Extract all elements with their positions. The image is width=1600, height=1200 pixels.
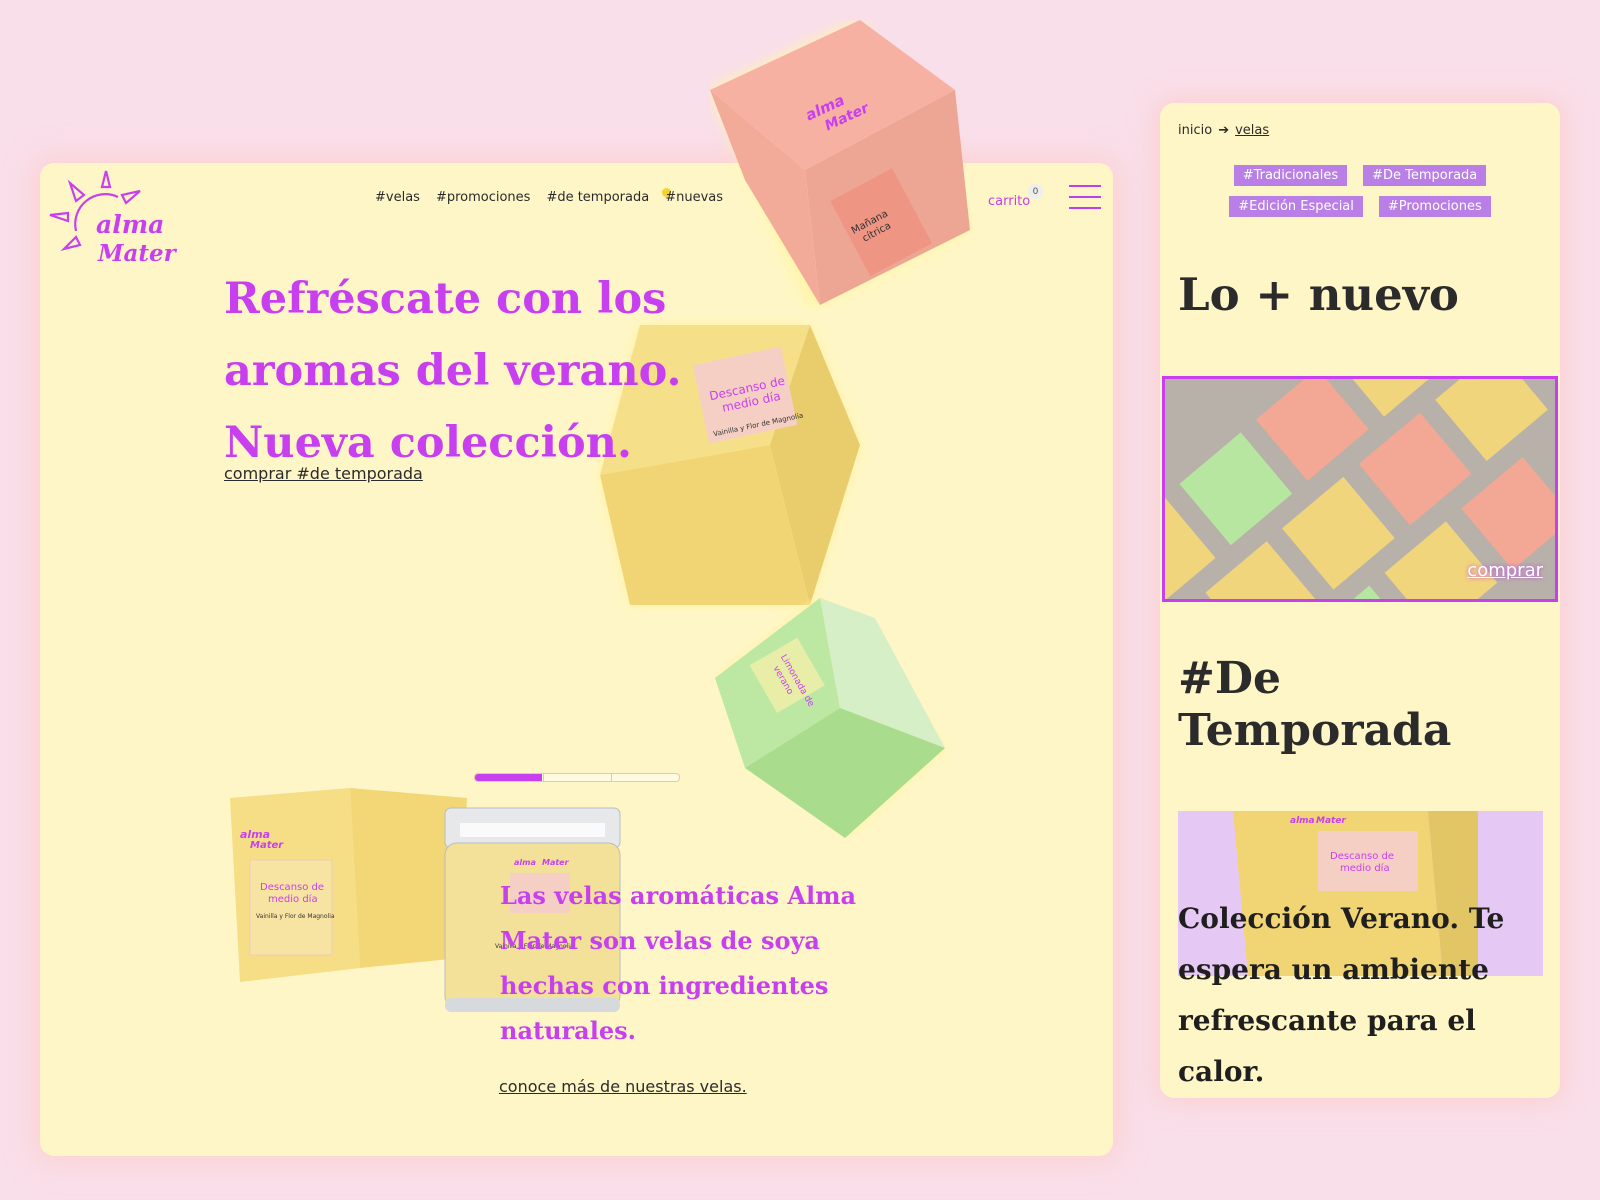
carousel-progress[interactable] xyxy=(474,773,680,782)
tag-tradicionales[interactable]: #Tradicionales xyxy=(1233,165,1348,186)
nav-item-de-temporada[interactable]: #de temporada xyxy=(546,190,649,205)
svg-text:Mater: Mater xyxy=(1316,816,1346,826)
season-text: Colección Verano. Te espera un ambiente … xyxy=(1178,902,1505,1088)
hero-title: Refréscate con los aromas del verano. Nu… xyxy=(224,274,682,468)
nav-item-velas[interactable]: #velas xyxy=(375,190,420,205)
breadcrumb-current[interactable]: velas xyxy=(1235,123,1269,138)
sun-icon: alma Mater xyxy=(49,170,178,267)
tag-promociones[interactable]: #Promociones xyxy=(1378,196,1491,217)
cart-link[interactable]: carrito xyxy=(988,194,1030,209)
svg-text:Descanso de: Descanso de xyxy=(260,882,324,893)
carousel-progress-fill xyxy=(475,774,543,781)
svg-text:alma: alma xyxy=(514,858,536,867)
svg-text:Descanso de: Descanso de xyxy=(1330,851,1394,862)
svg-text:alma: alma xyxy=(96,210,164,239)
season-heading: #De Temporada xyxy=(1178,653,1452,756)
buy-link[interactable]: comprar xyxy=(1467,560,1543,581)
desktop-page: alma Mater #velas #promociones #de tempo… xyxy=(40,163,1113,1156)
new-products-image[interactable]: comprar xyxy=(1162,376,1558,602)
svg-text:medio día: medio día xyxy=(1340,862,1390,874)
menu-icon[interactable] xyxy=(1069,185,1101,211)
mobile-page: inicio ➔ velas #Tradicionales #De Temporad… xyxy=(1160,103,1560,1098)
about-more-link[interactable]: conoce más de nuestras velas. xyxy=(499,1077,747,1096)
candle-box-image: Descanso de medio día Vainilla y Flor de… xyxy=(230,788,467,982)
svg-text:Mater: Mater xyxy=(542,858,570,867)
green-candle-box-image: Limonada de verano xyxy=(715,598,945,838)
nav-item-promociones[interactable]: #promociones xyxy=(436,190,531,205)
svg-text:Mater: Mater xyxy=(97,240,178,267)
breadcrumb: inicio ➔ velas xyxy=(1178,123,1269,138)
pink-candle-box-image: alma Mater Mañana cítrica xyxy=(710,20,970,310)
svg-text:medio día: medio día xyxy=(268,893,318,905)
svg-text:Mater: Mater xyxy=(250,840,284,851)
svg-text:alma: alma xyxy=(1290,816,1315,826)
category-tags: #Tradicionales #De Temporada #Edición Es… xyxy=(1160,165,1560,227)
breadcrumb-home[interactable]: inicio xyxy=(1178,123,1212,138)
shop-seasonal-link[interactable]: comprar #de temporada xyxy=(224,464,423,483)
main-nav: #velas #promociones #de temporada #nueva… xyxy=(375,188,723,205)
tag-edicion-especial[interactable]: #Edición Especial xyxy=(1229,196,1363,217)
new-heading: Lo + nuevo xyxy=(1178,268,1459,321)
svg-text:Vainilla y Flor de Magnolia: Vainilla y Flor de Magnolia xyxy=(256,913,335,920)
cart-count-badge: 0 xyxy=(1028,184,1043,199)
brand-logo[interactable]: alma Mater xyxy=(48,169,183,269)
arrow-right-icon: ➔ xyxy=(1218,123,1230,138)
about-text: Las velas aromáticas Alma Mater son vela… xyxy=(500,881,857,1045)
tag-de-temporada[interactable]: #De Temporada xyxy=(1363,165,1487,186)
